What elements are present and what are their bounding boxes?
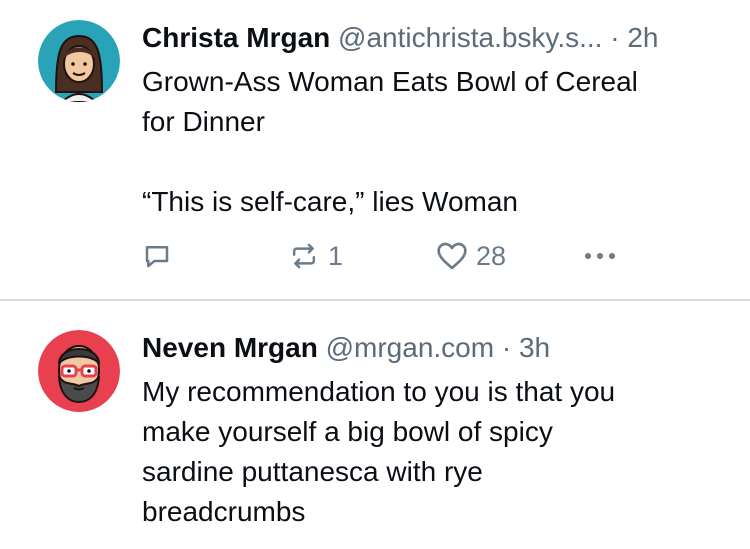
more-options-button[interactable] (582, 236, 618, 276)
author-name[interactable]: Christa Mrgan (142, 22, 330, 53)
separator-dot: · (610, 22, 620, 53)
like-button[interactable]: 28 (436, 236, 506, 276)
avatar[interactable] (38, 20, 120, 102)
author-name[interactable]: Neven Mrgan (142, 332, 318, 363)
post[interactable]: Christa Mrgan @antichrista.bsky.s... · 2… (0, 0, 750, 300)
avatar[interactable] (38, 330, 120, 412)
post-time[interactable]: 3h (519, 332, 550, 363)
like-count: 28 (476, 240, 507, 271)
author-handle[interactable]: @antichrista.bsky.s... (338, 22, 602, 53)
feed: Christa Mrgan @antichrista.bsky.s... · 2… (0, 0, 750, 549)
post-time[interactable]: 2h (627, 22, 658, 53)
post[interactable]: Neven Mrgan @mrgan.com · 3h My recommend… (0, 302, 750, 549)
repost-icon (292, 243, 316, 269)
separator-dot: · (501, 332, 512, 363)
avatar-illustration (38, 20, 120, 102)
post-header: Neven Mrgan @mrgan.com · 3h (142, 328, 730, 368)
post-text: Grown-Ass Woman Eats Bowl of Cereal for … (142, 66, 638, 217)
post-content: Neven Mrgan @mrgan.com · 3h My recommend… (142, 328, 730, 532)
post-actions: 1 28 (142, 236, 642, 276)
post-text: My recommendation to you is that you mak… (142, 376, 616, 527)
reply-button[interactable] (142, 236, 172, 276)
avatar-illustration (38, 330, 120, 412)
more-icon (585, 253, 615, 259)
post-divider (0, 299, 750, 301)
repost-button[interactable]: 1 (288, 236, 343, 276)
heart-icon (437, 242, 467, 270)
author-handle[interactable]: @mrgan.com (326, 332, 494, 363)
post-content: Christa Mrgan @antichrista.bsky.s... · 2… (142, 18, 730, 222)
repost-count: 1 (328, 240, 344, 271)
reply-icon (145, 246, 169, 268)
post-header: Christa Mrgan @antichrista.bsky.s... · 2… (142, 18, 730, 58)
